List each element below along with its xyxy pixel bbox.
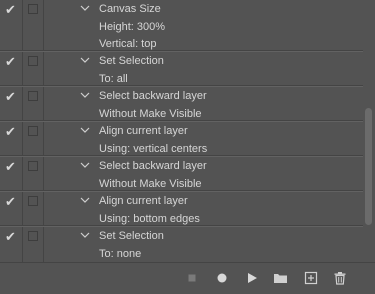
scrollbar[interactable] <box>363 0 375 262</box>
dialog-toggle[interactable] <box>28 4 38 14</box>
stop-icon[interactable] <box>184 270 200 286</box>
play-icon[interactable] <box>244 270 260 286</box>
dialog-toggle[interactable] <box>28 231 38 241</box>
action-row-set-selection[interactable]: ✔ Set Selection To: none <box>0 226 363 262</box>
dialog-toggle[interactable] <box>28 91 38 101</box>
action-row-align-current-layer[interactable]: ✔ Align current layer Using: vertical ce… <box>0 121 363 156</box>
action-title: Set Selection <box>99 230 164 242</box>
action-detail: Height: 300% <box>99 21 166 33</box>
action-row-select-backward-layer[interactable]: ✔ Select backward layer Without Make Vis… <box>0 86 363 121</box>
checkmark-icon[interactable]: ✔ <box>5 159 16 175</box>
action-detail: Vertical: top <box>99 38 157 50</box>
chevron-down-icon[interactable] <box>80 192 90 210</box>
checkmark-icon[interactable]: ✔ <box>5 124 16 140</box>
chevron-down-icon[interactable] <box>80 157 90 175</box>
actions-toolbar <box>0 262 375 294</box>
checkmark-icon[interactable]: ✔ <box>5 54 16 70</box>
folder-icon[interactable] <box>272 270 288 286</box>
checkmark-icon[interactable]: ✔ <box>5 89 16 105</box>
action-detail: To: none <box>99 248 142 260</box>
checkmark-icon[interactable]: ✔ <box>5 2 16 18</box>
action-title: Set Selection <box>99 55 164 67</box>
action-detail: Using: bottom edges <box>99 213 200 225</box>
actions-panel: ✔ Canvas Size Height: 300% Vertical: top… <box>0 0 375 294</box>
action-row-canvas-size[interactable]: ✔ Canvas Size Height: 300% Vertical: top <box>0 0 363 51</box>
trash-icon[interactable] <box>332 270 348 286</box>
checkmark-icon[interactable]: ✔ <box>5 229 16 245</box>
action-row-align-current-layer[interactable]: ✔ Align current layer Using: bottom edge… <box>0 191 363 226</box>
action-row-select-backward-layer[interactable]: ✔ Select backward layer Without Make Vis… <box>0 156 363 191</box>
chevron-down-icon[interactable] <box>80 52 90 70</box>
dialog-toggle[interactable] <box>28 196 38 206</box>
action-detail: Using: vertical centers <box>99 143 208 155</box>
action-detail: To: all <box>99 73 128 85</box>
chevron-down-icon[interactable] <box>80 87 90 105</box>
action-title: Select backward layer <box>99 160 207 172</box>
record-icon[interactable] <box>214 270 230 286</box>
chevron-down-icon[interactable] <box>80 227 90 245</box>
new-action-icon[interactable] <box>303 270 319 286</box>
dialog-toggle[interactable] <box>28 126 38 136</box>
action-title: Canvas Size <box>99 3 161 15</box>
action-title: Select backward layer <box>99 90 207 102</box>
checkmark-icon[interactable]: ✔ <box>5 194 16 210</box>
chevron-down-icon[interactable] <box>80 122 90 140</box>
dialog-toggle[interactable] <box>28 161 38 171</box>
action-detail: Without Make Visible <box>99 178 202 190</box>
action-title: Align current layer <box>99 195 188 207</box>
action-row-set-selection[interactable]: ✔ Set Selection To: all <box>0 51 363 86</box>
scrollbar-thumb[interactable] <box>365 108 372 225</box>
action-detail: Without Make Visible <box>99 108 202 120</box>
actions-list: ✔ Canvas Size Height: 300% Vertical: top… <box>0 0 363 262</box>
dialog-toggle[interactable] <box>28 56 38 66</box>
action-title: Align current layer <box>99 125 188 137</box>
chevron-down-icon[interactable] <box>80 0 90 18</box>
